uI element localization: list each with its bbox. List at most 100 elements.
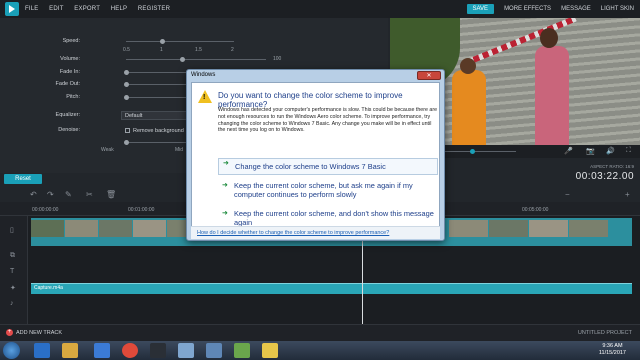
clip-thumbnail	[529, 220, 569, 237]
menu-help[interactable]: HELP	[111, 6, 127, 12]
save-button[interactable]: SAVE	[466, 4, 495, 14]
edit-icon[interactable]: ✎	[65, 190, 72, 199]
volume-icon[interactable]: 🔊	[606, 147, 615, 155]
effects-track-icon[interactable]: ✦	[10, 284, 16, 292]
media-player-icon[interactable]	[94, 343, 110, 358]
redo-icon[interactable]: ↷	[47, 190, 54, 199]
menu-export[interactable]: EXPORT	[74, 6, 100, 12]
more-effects-button[interactable]: MORE EFFECTS	[504, 6, 551, 12]
arrow-right-icon: ➜	[222, 210, 228, 217]
ruler-time: 00:01:00:00	[128, 207, 155, 213]
pitch-label: Pitch:	[66, 94, 80, 100]
speed-knob[interactable]	[160, 39, 165, 44]
video-editor-app: FILE EDIT EXPORT HELP REGISTER SAVE MORE…	[0, 0, 640, 360]
add-new-track-button[interactable]: ADD NEW TRACK	[16, 330, 62, 336]
aspect-ratio: ASPECT RATIO: 16:9	[590, 164, 634, 169]
message-button[interactable]: MESSAGE	[561, 6, 591, 12]
menu-left: FILE EDIT EXPORT HELP REGISTER	[25, 6, 179, 12]
clip-thumbnail	[449, 220, 489, 237]
denoise-label: Denoise:	[58, 127, 80, 133]
clip-thumbnail	[569, 220, 609, 237]
chrome-icon[interactable]	[122, 343, 138, 358]
speed-tick: 0.5	[123, 47, 130, 53]
option-label: Keep the current color scheme, and don't…	[234, 209, 434, 227]
clip-thumbnail	[133, 220, 167, 237]
warning-exclamation: !	[203, 94, 206, 101]
speed-label: Speed:	[62, 38, 80, 44]
microphone-icon[interactable]: 🎤	[564, 147, 573, 155]
project-name: UNTITLED PROJECT	[577, 330, 632, 336]
undo-icon[interactable]: ↶	[30, 190, 37, 199]
clip-thumbnail	[99, 220, 133, 237]
menu-right: SAVE MORE EFFECTS MESSAGE LIGHT SKIN	[457, 0, 634, 18]
reset-button[interactable]: Reset	[4, 174, 42, 184]
denoise-knob[interactable]	[124, 140, 129, 145]
video-editor-taskbar-icon[interactable]	[150, 343, 166, 358]
audio-clip[interactable]	[31, 283, 632, 294]
system-clock[interactable]: 9:36 AM 11/15/2017	[599, 343, 626, 357]
remove-background-label: Remove background	[133, 128, 184, 134]
remove-background-checkbox[interactable]	[125, 128, 130, 133]
speed-tick: 2	[231, 47, 234, 53]
help-link[interactable]: How do I decide whether to change the co…	[197, 230, 389, 236]
ie-icon[interactable]	[34, 343, 50, 358]
camera-icon[interactable]: 📷	[586, 147, 595, 155]
preview-person-head	[540, 28, 558, 48]
pitch-knob[interactable]	[124, 95, 129, 100]
speed-tick: 1	[160, 47, 163, 53]
dialog-close-button[interactable]: ✕	[417, 71, 441, 80]
dialog-footer: How do I decide whether to change the co…	[191, 226, 440, 239]
taskbar-app-icon[interactable]	[206, 343, 222, 358]
add-track-icon[interactable]: +	[6, 329, 13, 336]
timecode: 00:03:22.00	[575, 171, 634, 182]
overlay-track-icon[interactable]: ⧉	[10, 252, 15, 260]
speed-slider[interactable]	[126, 39, 234, 44]
equalizer-dropdown[interactable]: Default	[121, 111, 191, 120]
ruler-time: 00:05:00:00	[522, 207, 549, 213]
change-to-basic-option[interactable]: ➜ Change the color scheme to Windows 7 B…	[218, 158, 438, 175]
taskbar-app-icon[interactable]	[234, 343, 250, 358]
clock-time: 9:36 AM	[602, 343, 623, 349]
volume-knob[interactable]	[180, 57, 185, 62]
menu-edit[interactable]: EDIT	[49, 6, 63, 12]
zoom-out-icon[interactable]: −	[565, 190, 570, 199]
clip-thumbnail	[31, 220, 65, 237]
speed-tick: 1.5	[195, 47, 202, 53]
start-button-icon[interactable]	[3, 342, 20, 359]
fade-out-label: Fade Out:	[55, 81, 80, 87]
fade-out-knob[interactable]	[124, 82, 129, 87]
menu-register[interactable]: REGISTER	[138, 6, 170, 12]
mid-label: Mid	[175, 147, 184, 153]
dialog-title: Windows	[191, 72, 216, 78]
video-track-icon[interactable]: ▯	[10, 226, 14, 234]
delete-icon[interactable]: 🗑	[106, 190, 116, 199]
cut-icon[interactable]: ✂	[86, 190, 93, 199]
explorer-icon[interactable]	[62, 343, 78, 358]
app-logo-icon	[5, 2, 19, 16]
taskbar-app-icon[interactable]	[178, 343, 194, 358]
timeline-footer: + ADD NEW TRACK UNTITLED PROJECT	[0, 324, 640, 341]
zoom-in-icon[interactable]: +	[625, 190, 630, 199]
preview-person-orange	[452, 70, 486, 145]
music-track-icon[interactable]: ♪	[10, 300, 14, 307]
weak-label: Weak	[101, 147, 114, 153]
track-controls: ▯ ⧉ T ✦ ♪	[0, 216, 28, 324]
preview-person-head	[460, 58, 476, 74]
arrow-right-icon: ➜	[222, 182, 228, 189]
fullscreen-icon[interactable]: ⛶	[626, 147, 631, 155]
warning-taskbar-icon[interactable]	[262, 343, 278, 358]
arrow-right-icon: ➜	[223, 160, 229, 167]
keep-dont-show-option[interactable]: ➜ Keep the current color scheme, and don…	[218, 209, 438, 227]
volume-label: Volume:	[60, 56, 80, 62]
menu-bar: FILE EDIT EXPORT HELP REGISTER SAVE MORE…	[0, 0, 640, 18]
fade-in-knob[interactable]	[124, 70, 129, 75]
menu-file[interactable]: FILE	[25, 6, 38, 12]
playback-knob[interactable]	[470, 149, 475, 154]
text-track-icon[interactable]: T	[10, 268, 14, 275]
keep-ask-again-option[interactable]: ➜ Keep the current color scheme, but ask…	[218, 181, 438, 199]
equalizer-label: Equalizer:	[55, 112, 80, 118]
light-skin-button[interactable]: LIGHT SKIN	[601, 6, 634, 12]
dialog-message: Windows has detected your computer's per…	[218, 107, 438, 134]
volume-slider[interactable]	[126, 57, 266, 62]
windows-taskbar: 9:36 AM 11/15/2017	[0, 341, 640, 360]
